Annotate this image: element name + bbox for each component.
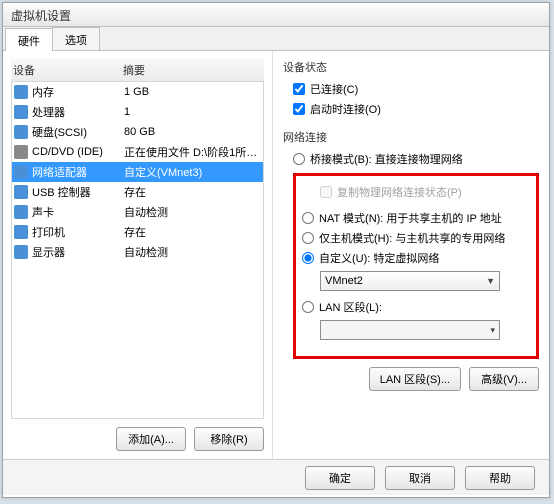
- hw-header-summary: 摘要: [123, 62, 145, 78]
- status-group-title: 设备状态: [283, 59, 539, 75]
- hw-row[interactable]: 硬盘(SCSI) 80 GB: [12, 122, 263, 142]
- chevron-down-icon: ▾: [490, 325, 495, 336]
- custom-vmnet-select[interactable]: VMnet2 ▼: [320, 271, 500, 291]
- hw-summary: 存在: [124, 184, 261, 200]
- ok-button[interactable]: 确定: [305, 466, 375, 490]
- net-group-title: 网络连接: [283, 129, 539, 145]
- custom-radio[interactable]: 自定义(U): 特定虚拟网络: [302, 248, 530, 268]
- hw-name: 硬盘(SCSI): [32, 124, 87, 140]
- device-icon: [14, 125, 28, 139]
- hw-name: 声卡: [32, 204, 54, 220]
- device-icon: [14, 85, 28, 99]
- remove-button[interactable]: 移除(R): [194, 427, 264, 451]
- hostonly-radio[interactable]: 仅主机模式(H): 与主机共享的专用网络: [302, 228, 530, 248]
- connect-on-power-label: 启动时连接(O): [310, 101, 381, 117]
- lan-segment-select: ▾: [320, 320, 500, 340]
- nat-radio[interactable]: NAT 模式(N): 用于共享主机的 IP 地址: [302, 208, 530, 228]
- bridged-label: 桥接模式(B): 直接连接物理网络: [310, 151, 463, 167]
- highlighted-region: 复制物理网络连接状态(P) NAT 模式(N): 用于共享主机的 IP 地址 仅…: [293, 173, 539, 359]
- chevron-down-icon: ▼: [486, 276, 495, 286]
- help-button[interactable]: 帮助: [465, 466, 535, 490]
- tabstrip: 硬件 选项: [3, 27, 549, 51]
- hw-row[interactable]: 内存 1 GB: [12, 82, 263, 102]
- hw-summary: 80 GB: [124, 126, 261, 138]
- hw-name: 打印机: [32, 224, 65, 240]
- hw-summary: 1 GB: [124, 86, 261, 98]
- hw-row[interactable]: USB 控制器 存在: [12, 182, 263, 202]
- connect-on-power-input[interactable]: [293, 103, 305, 115]
- replicate-checkbox: 复制物理网络连接状态(P): [320, 182, 530, 202]
- window-title: 虚拟机设置: [3, 3, 549, 27]
- hw-row[interactable]: CD/DVD (IDE) 正在使用文件 D:\阶段1所需软件\超...: [12, 142, 263, 162]
- cancel-button[interactable]: 取消: [385, 466, 455, 490]
- hw-row[interactable]: 打印机 存在: [12, 222, 263, 242]
- device-icon: [14, 105, 28, 119]
- device-icon: [14, 245, 28, 259]
- hw-name: 内存: [32, 84, 54, 100]
- device-icon: [14, 225, 28, 239]
- device-icon: [14, 145, 28, 159]
- connect-on-power-checkbox[interactable]: 启动时连接(O): [293, 99, 539, 119]
- hw-row[interactable]: 显示器 自动检测: [12, 242, 263, 262]
- hw-name: USB 控制器: [32, 184, 91, 200]
- advanced-button[interactable]: 高级(V)...: [469, 367, 539, 391]
- tab-options[interactable]: 选项: [52, 27, 100, 50]
- hw-summary: 自动检测: [124, 204, 261, 220]
- connected-label: 已连接(C): [310, 81, 358, 97]
- hw-row[interactable]: 处理器 1: [12, 102, 263, 122]
- hw-summary: 存在: [124, 224, 261, 240]
- hardware-list: 内存 1 GB 处理器 1 硬盘(SCSI) 80 GB CD/DVD (IDE) 正在使用文…: [11, 82, 264, 419]
- hw-header: 设备 摘要: [11, 59, 264, 82]
- connected-input[interactable]: [293, 83, 305, 95]
- connected-checkbox[interactable]: 已连接(C): [293, 79, 539, 99]
- bridged-radio[interactable]: 桥接模式(B): 直接连接物理网络: [293, 149, 539, 169]
- add-button[interactable]: 添加(A)...: [116, 427, 186, 451]
- hw-summary: 1: [124, 106, 261, 118]
- hw-name: 处理器: [32, 104, 65, 120]
- bridged-input[interactable]: [293, 153, 305, 165]
- hw-summary: 自动检测: [124, 244, 261, 260]
- hw-summary: 自定义(VMnet3): [124, 164, 261, 180]
- hw-header-device: 设备: [13, 62, 123, 78]
- custom-label: 自定义(U): 特定虚拟网络: [319, 250, 439, 266]
- custom-vmnet-value: VMnet2: [325, 275, 363, 287]
- hostonly-input[interactable]: [302, 232, 314, 244]
- device-icon: [14, 185, 28, 199]
- nat-label: NAT 模式(N): 用于共享主机的 IP 地址: [319, 210, 502, 226]
- hw-summary: 正在使用文件 D:\阶段1所需软件\超...: [124, 144, 261, 160]
- lan-input[interactable]: [302, 301, 314, 313]
- hw-name: 显示器: [32, 244, 65, 260]
- lan-label: LAN 区段(L):: [319, 299, 382, 315]
- hw-row[interactable]: 声卡 自动检测: [12, 202, 263, 222]
- device-icon: [14, 205, 28, 219]
- hw-name: 网络适配器: [32, 164, 87, 180]
- custom-input[interactable]: [302, 252, 314, 264]
- lan-radio[interactable]: LAN 区段(L):: [302, 297, 530, 317]
- replicate-label: 复制物理网络连接状态(P): [337, 184, 462, 200]
- hostonly-label: 仅主机模式(H): 与主机共享的专用网络: [319, 230, 505, 246]
- hw-name: CD/DVD (IDE): [32, 146, 103, 158]
- tab-hardware[interactable]: 硬件: [5, 28, 53, 51]
- device-icon: [14, 165, 28, 179]
- nat-input[interactable]: [302, 212, 314, 224]
- replicate-input: [320, 186, 332, 198]
- lan-segments-button[interactable]: LAN 区段(S)...: [369, 367, 461, 391]
- hw-row[interactable]: 网络适配器 自定义(VMnet3): [12, 162, 263, 182]
